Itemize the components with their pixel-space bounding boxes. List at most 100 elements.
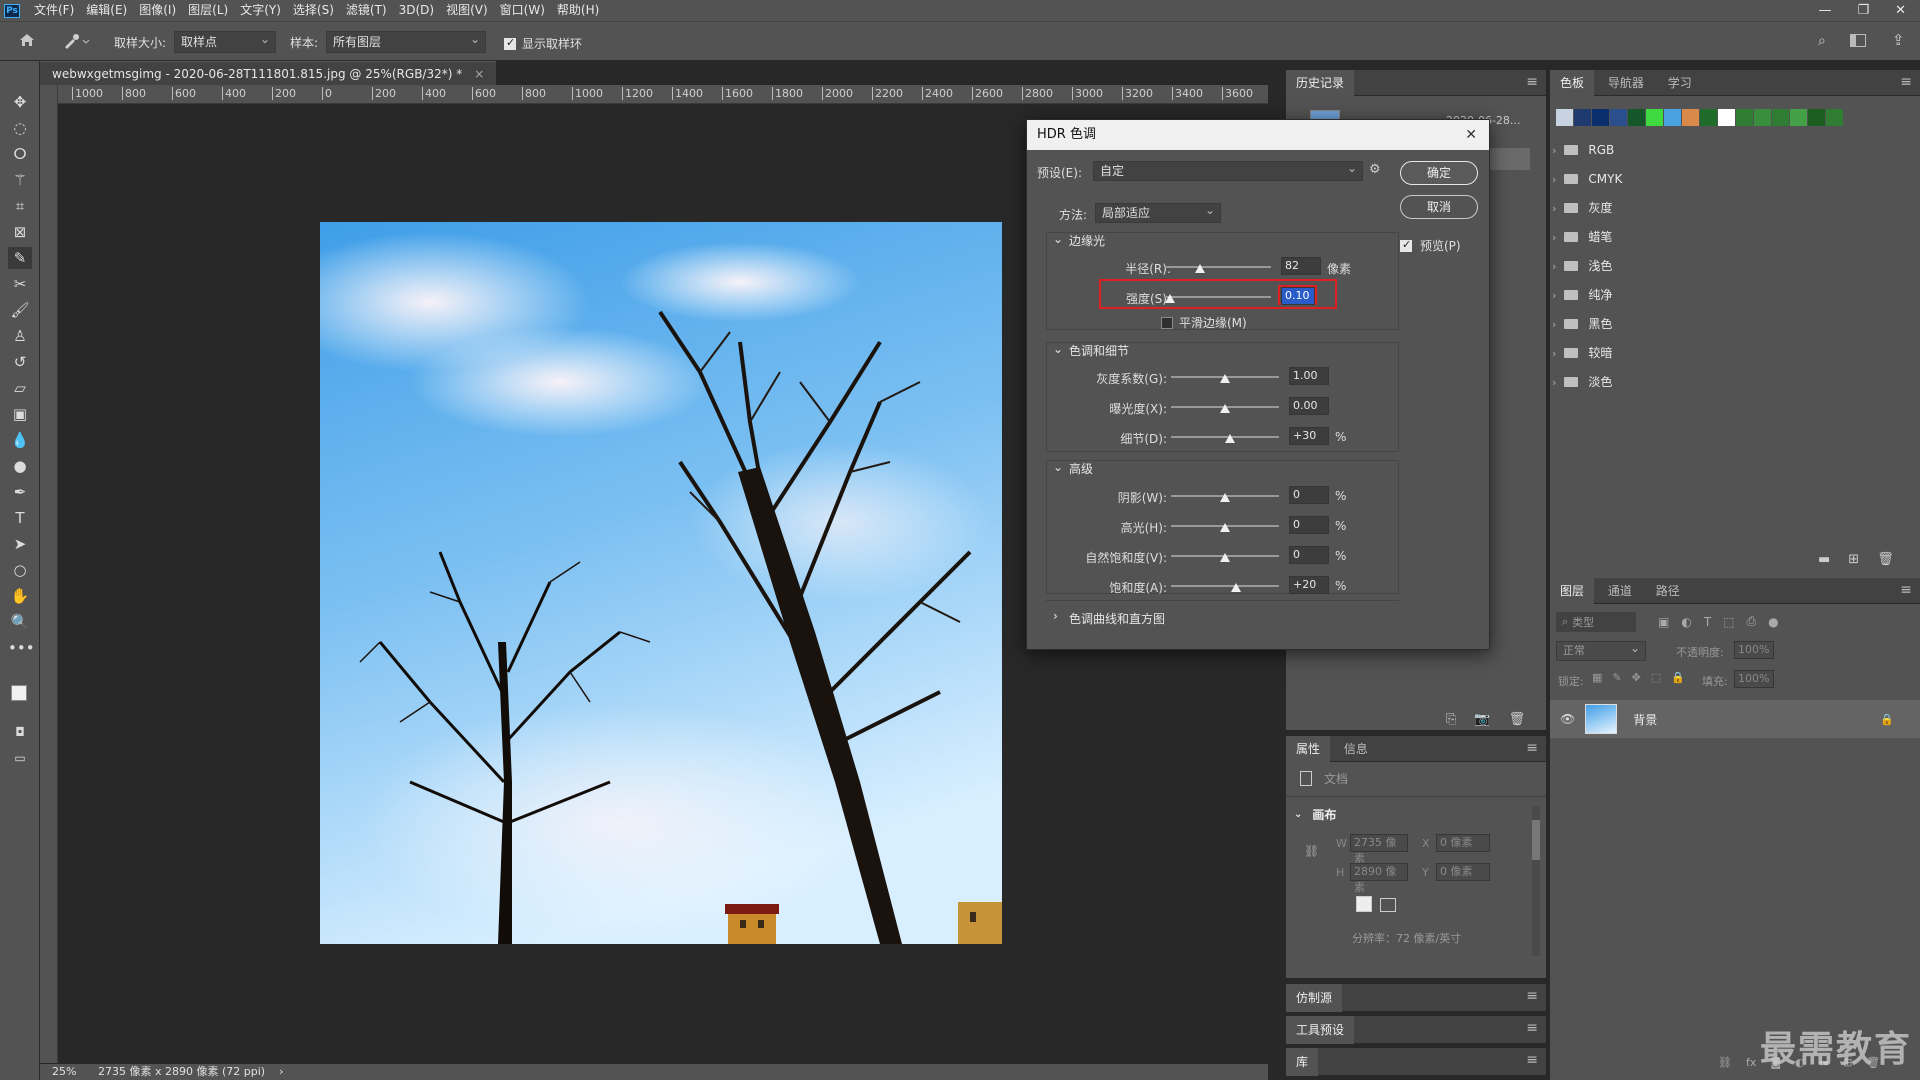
eyedropper-preset-icon[interactable] [62,32,92,52]
highlight-slider-thumb[interactable] [1220,523,1230,532]
layers-menu-icon[interactable]: ≡ [1900,582,1912,598]
tone-detail-chevron[interactable]: ⌄ [1053,342,1063,356]
swatch-folder-rgb[interactable]: › RGB [1552,136,1912,165]
hand-tool-icon[interactable]: ✋ [8,585,32,607]
lock-position-icon[interactable]: ✥ [1632,671,1641,684]
ellipse-tool-icon[interactable]: ○ [8,559,32,581]
saturation-slider-thumb[interactable] [1230,583,1241,592]
strength-field[interactable]: 0.10 [1281,287,1315,305]
tab-paths[interactable]: 路径 [1646,578,1690,604]
menu-type[interactable]: 文字(Y) [234,0,287,21]
lock-artboard-icon[interactable]: ⬚ [1651,671,1661,684]
menu-3d[interactable]: 3D(D) [393,0,440,21]
tab-clone-source[interactable]: 仿制源 [1286,984,1343,1012]
color-swatch[interactable] [1556,109,1573,126]
curve-section-title[interactable]: 色调曲线和直方图 [1069,610,1165,627]
color-swatch[interactable] [1772,109,1789,126]
smooth-edges-checkbox[interactable] [1161,316,1173,329]
lasso-tool-icon[interactable]: ⵔ [8,143,32,165]
menu-edit[interactable]: 编辑(E) [80,0,133,21]
shadow-field[interactable]: 0 [1289,486,1329,504]
swatch-folder-darker[interactable]: › 较暗 [1552,339,1912,368]
vibrance-field[interactable]: 0 [1289,546,1329,564]
preview-checkbox[interactable] [1400,238,1412,252]
color-swatch[interactable] [1628,109,1645,126]
libraries-menu-icon[interactable]: ≡ [1526,1052,1538,1068]
marquee-tool-icon[interactable]: ◌ [8,117,32,139]
menu-view[interactable]: 视图(V) [440,0,494,21]
layer-name[interactable]: 背景 [1633,711,1657,728]
ok-button[interactable]: 确定 [1400,161,1478,185]
path-select-tool-icon[interactable]: ➤ [8,533,32,555]
tab-learn[interactable]: 学习 [1658,70,1702,96]
brush-tool-icon[interactable]: 🖌 [8,299,32,321]
share-icon[interactable]: ⇪ [1892,31,1905,49]
properties-scrollbar[interactable] [1532,806,1540,956]
color-swatch[interactable] [1592,109,1609,126]
menu-window[interactable]: 窗口(W) [494,0,551,21]
tab-navigator[interactable]: 导航器 [1598,70,1654,96]
move-tool-icon[interactable]: ✥ [8,91,32,113]
zoom-level[interactable]: 25% [52,1064,92,1080]
minimize-button[interactable]: — [1818,3,1831,18]
delete-state-icon[interactable]: 🗑 [1509,712,1526,727]
x-field[interactable]: 0 像素 [1436,834,1490,852]
saturation-field[interactable]: +20 [1289,576,1329,594]
blur-tool-icon[interactable]: 💧 [8,429,32,451]
new-swatch-group-icon[interactable]: ▬ [1818,552,1830,567]
swatches-menu-icon[interactable]: ≡ [1900,74,1912,90]
cancel-button[interactable]: 取消 [1400,195,1478,219]
preset-gear-icon[interactable]: ⚙ [1369,162,1381,177]
pen-tool-icon[interactable]: ✒ [8,481,32,503]
radius-field[interactable]: 82 [1281,257,1321,275]
color-swatch[interactable] [1610,109,1627,126]
menu-layer[interactable]: 图层(L) [182,0,234,21]
dodge-tool-icon[interactable]: ● [8,455,32,477]
menu-select[interactable]: 选择(S) [287,0,340,21]
type-tool-icon[interactable]: T [8,507,32,529]
snapshot-camera-icon[interactable]: 📷 [1474,712,1490,727]
detail-field[interactable]: +30 [1289,427,1329,445]
tab-tool-presets[interactable]: 工具预设 [1286,1016,1355,1044]
new-document-from-state-icon[interactable]: ⎘ [1446,712,1456,727]
clone-source-panel[interactable]: 仿制源 ≡ [1286,984,1546,1012]
swatch-folder-pure[interactable]: › 纯净 [1552,281,1912,310]
clone-source-menu-icon[interactable]: ≡ [1526,988,1538,1004]
menu-image[interactable]: 图像(I) [133,0,182,21]
radius-slider-thumb[interactable] [1194,264,1205,273]
tab-info[interactable]: 信息 [1334,736,1378,762]
history-brush-icon[interactable]: ↺ [8,351,32,373]
curve-section-chevron[interactable]: › [1053,609,1058,623]
menu-help[interactable]: 帮助(H) [551,0,605,21]
libraries-panel[interactable]: 库 ≡ [1286,1048,1546,1076]
foreground-color-swatch[interactable] [11,685,27,701]
color-swatch[interactable] [1574,109,1591,126]
sample-size-select[interactable]: 取样点 [174,29,276,53]
layer-row-background[interactable]: 👁 背景 🔒 [1550,700,1920,738]
canvas-photo[interactable] [320,222,1002,944]
tool-presets-panel[interactable]: 工具预设 ≡ [1286,1016,1546,1044]
magic-wand-tool-icon[interactable]: ⚚ [8,169,32,191]
filter-pixel-icon[interactable]: ▣ [1658,615,1669,629]
swatch-folder-cmyk[interactable]: › CMYK [1552,165,1912,194]
workspace-icon[interactable] [1850,34,1866,47]
tab-layers[interactable]: 图层 [1550,578,1595,604]
tab-history[interactable]: 历史记录 [1286,70,1355,96]
saturation-slider-track[interactable] [1171,585,1279,587]
filter-shape-icon[interactable]: ⬚ [1723,615,1734,629]
menu-filter[interactable]: 滤镜(T) [340,0,393,21]
blend-mode-select[interactable]: 正常 [1556,639,1646,661]
lock-transparent-icon[interactable]: ▦ [1592,671,1602,684]
exposure-slider-thumb[interactable] [1220,404,1230,413]
portrait-orientation-icon[interactable] [1356,896,1372,912]
swatch-folder-dark[interactable]: › 黑色 [1552,310,1912,339]
filter-adjustment-icon[interactable]: ◐ [1681,615,1691,629]
advanced-chevron[interactable]: ⌄ [1053,460,1063,474]
highlight-field[interactable]: 0 [1289,516,1329,534]
eraser-tool-icon[interactable]: ▱ [8,377,32,399]
more-tools-icon[interactable]: ••• [8,637,35,659]
swatch-folder-light[interactable]: › 浅色 [1552,252,1912,281]
tab-properties[interactable]: 属性 [1286,736,1331,762]
tab-channels[interactable]: 通道 [1598,578,1642,604]
document-tab[interactable]: webwxgetmsgimg - 2020-06-28T111801.815.j… [40,61,497,85]
